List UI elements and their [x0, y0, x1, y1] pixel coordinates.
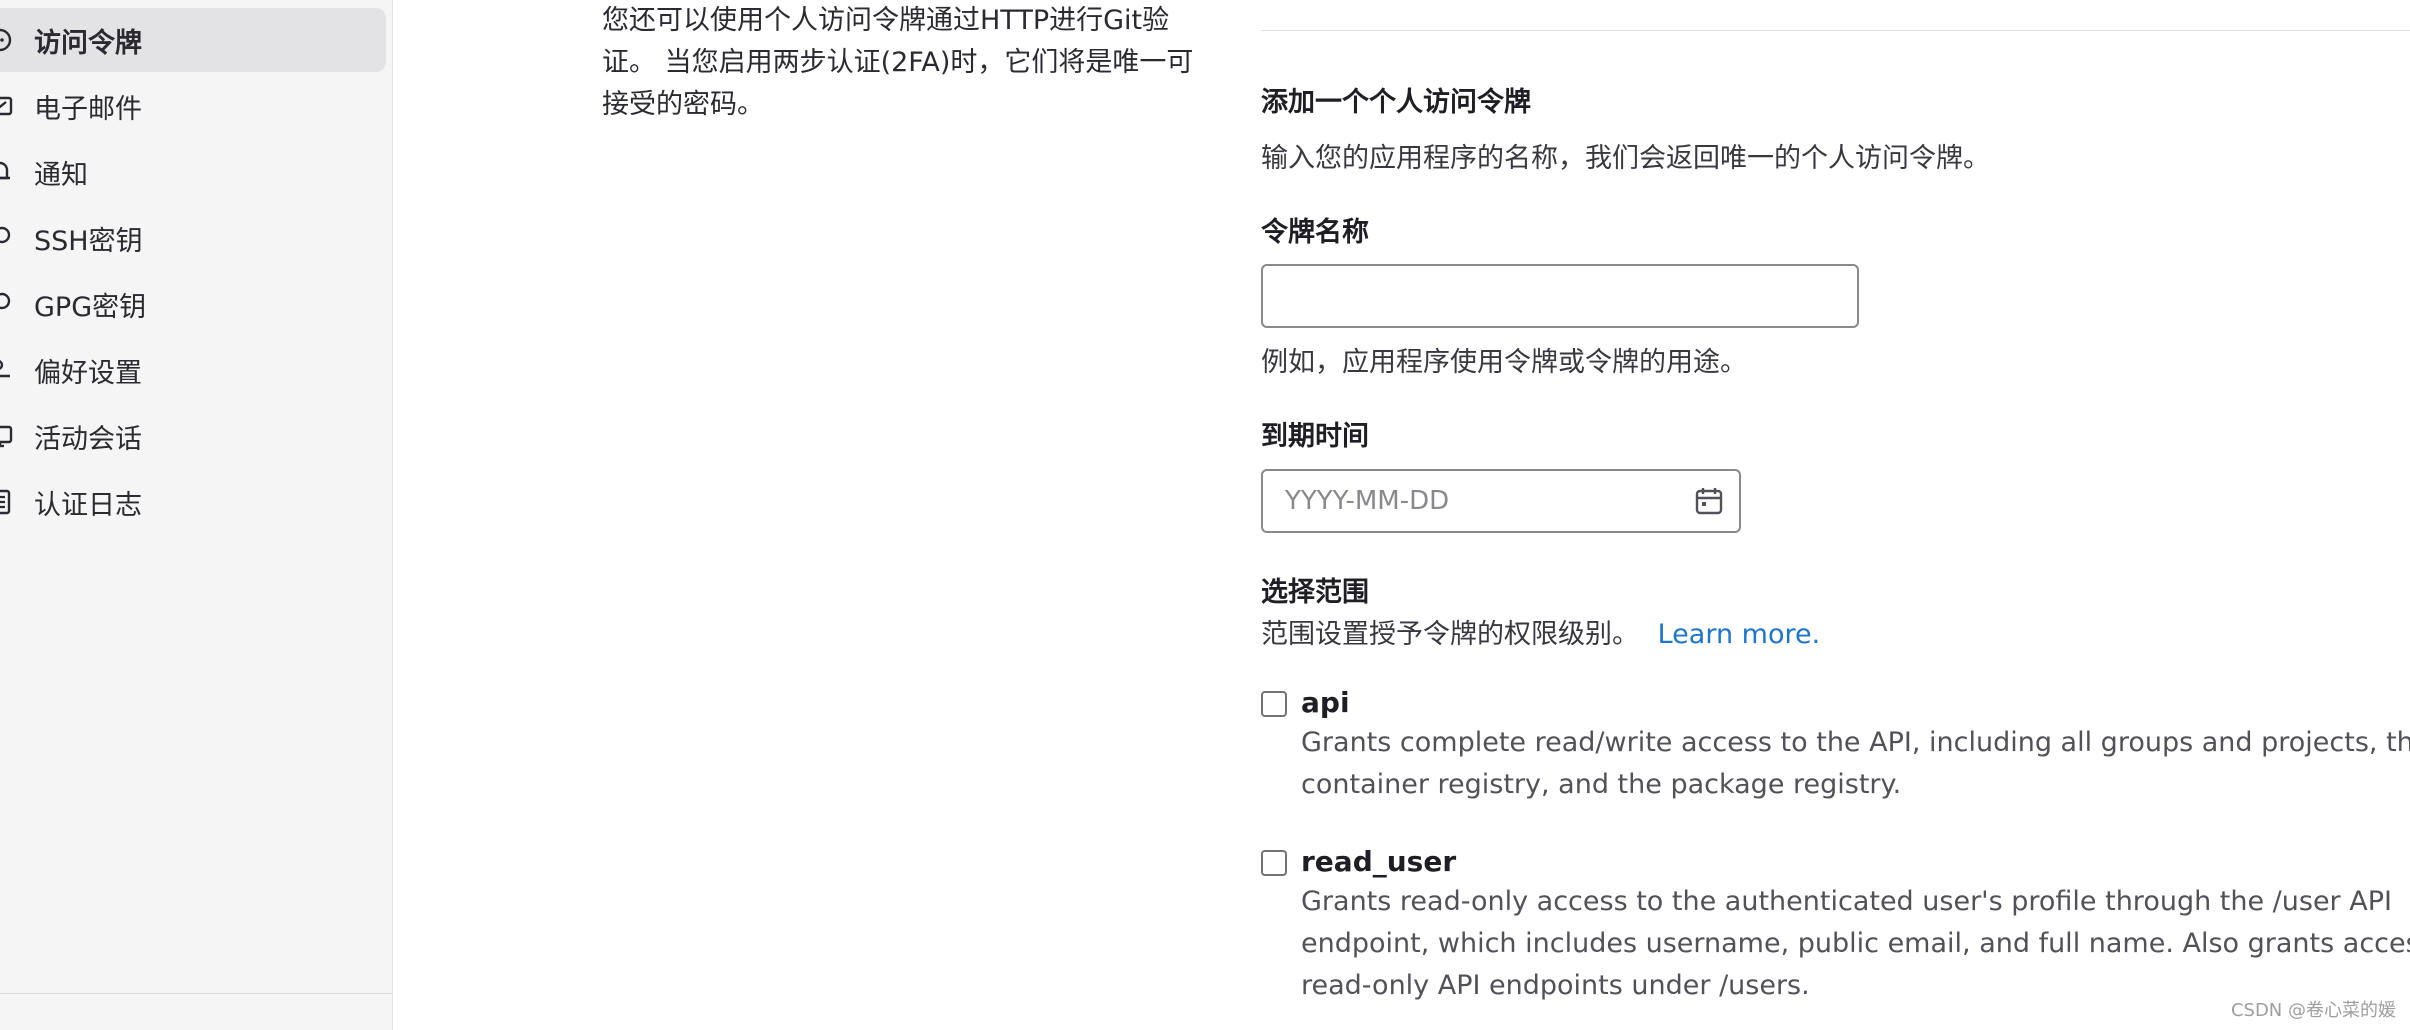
sidebar-item-label: 通知: [34, 159, 88, 191]
token-name-label: 令牌名称: [1261, 217, 1369, 248]
monitor-icon: [0, 422, 14, 450]
sidebar-item-preferences[interactable]: 偏好设置: [0, 338, 386, 402]
preferences-icon: [0, 356, 14, 384]
access-token-intro: 您还可以使用个人访问令牌通过HTTP进行Git验证。 当您启用两步认证(2FA)…: [602, 5, 1194, 120]
scope-name: api: [1301, 686, 1350, 719]
sidebar-item-gpg-keys[interactable]: GPG密钥: [0, 272, 386, 336]
mail-icon: [0, 92, 14, 120]
scope-name: read_user: [1301, 845, 1457, 878]
page: 访问令牌 电子邮件 通知 SSH密钥 GPG密钥 偏好设置 活动会话 认证日志 …: [0, 0, 2410, 1030]
bell-icon: [0, 158, 14, 186]
scope-checkbox-api[interactable]: [1261, 691, 1287, 717]
sidebar-item-auth-log[interactable]: 认证日志: [0, 470, 386, 534]
sidebar-divider: [0, 993, 393, 994]
sidebar-item-label: 偏好设置: [34, 357, 142, 389]
sidebar-item-label: GPG密钥: [34, 291, 147, 323]
key-icon: [0, 224, 14, 252]
token-icon: [0, 26, 14, 54]
token-name-help: 例如，应用程序使用令牌或令牌的用途。: [1261, 347, 1747, 378]
form-title: 添加一个个人访问令牌: [1261, 87, 1531, 118]
sidebar-item-label: 电子邮件: [34, 93, 142, 125]
calendar-icon[interactable]: [1693, 485, 1725, 517]
sidebar-item-label: 认证日志: [34, 489, 142, 521]
scope-description: Grants complete read/write access to the…: [1301, 727, 2410, 800]
scope-checkbox-read-user[interactable]: [1261, 850, 1287, 876]
scope-description: Grants read-only access to the authentic…: [1301, 886, 2410, 1001]
sidebar-item-emails[interactable]: 电子邮件: [0, 74, 386, 138]
sidebar-item-notifications[interactable]: 通知: [0, 140, 386, 204]
settings-sidebar: 访问令牌 电子邮件 通知 SSH密钥 GPG密钥 偏好设置 活动会话 认证日志: [0, 0, 393, 1030]
log-icon: [0, 488, 14, 516]
sidebar-item-label: 活动会话: [34, 423, 142, 455]
scopes-help: 范围设置授予令牌的权限级别。 Learn more.: [1261, 612, 1820, 651]
watermark: CSDN @卷心菜的媛: [2230, 1000, 2396, 1021]
expiry-label: 到期时间: [1261, 421, 1369, 452]
sidebar-item-label: SSH密钥: [34, 225, 143, 257]
sidebar-item-label: 访问令牌: [34, 27, 142, 59]
expiry-date-input[interactable]: [1261, 469, 1741, 533]
section-divider: [1261, 30, 2410, 31]
token-name-input[interactable]: [1261, 264, 1859, 328]
sidebar-item-ssh-keys[interactable]: SSH密钥: [0, 206, 386, 270]
scopes-help-text: 范围设置授予令牌的权限级别。: [1261, 619, 1639, 650]
sidebar-item-access-tokens[interactable]: 访问令牌: [0, 8, 386, 72]
form-subtitle: 输入您的应用程序的名称，我们会返回唯一的个人访问令牌。: [1261, 143, 1990, 174]
key-icon: [0, 290, 14, 318]
learn-more-link[interactable]: Learn more.: [1658, 619, 1821, 650]
sidebar-item-active-sessions[interactable]: 活动会话: [0, 404, 386, 468]
scopes-title: 选择范围: [1261, 577, 1369, 608]
